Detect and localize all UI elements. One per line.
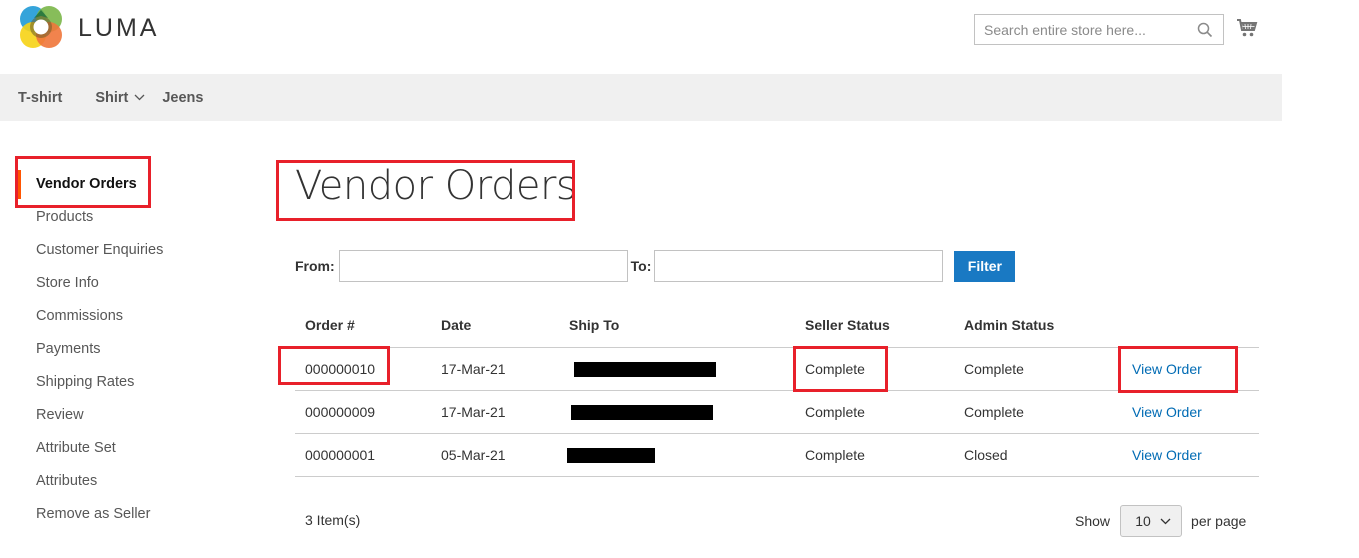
- chevron-down-icon: [134, 94, 145, 101]
- sidebar-item-payments[interactable]: Payments: [18, 333, 238, 366]
- nav-item-label: T-shirt: [18, 89, 63, 106]
- ship-to: [559, 433, 795, 477]
- per-page-value: 10: [1135, 513, 1151, 529]
- table-row: 000000001 05-Mar-21 Complete Closed View…: [295, 433, 1259, 477]
- sidebar-item-label: Review: [36, 407, 84, 423]
- search-input[interactable]: [975, 15, 1223, 44]
- sidebar-item-label: Commissions: [36, 308, 124, 324]
- admin-status: Closed: [954, 433, 1122, 477]
- action-cell: View Order: [1122, 347, 1259, 391]
- sidebar-item-label: Products: [36, 209, 94, 225]
- view-order-link[interactable]: View Order: [1132, 447, 1202, 463]
- date-filter-form: From: To: Filter: [295, 250, 1016, 282]
- nav-item-label: Jeens: [162, 89, 204, 106]
- search-box: [974, 14, 1224, 45]
- view-order-link[interactable]: View Order: [1132, 404, 1202, 420]
- sidebar-item-remove-as-seller[interactable]: Remove as Seller: [18, 498, 238, 531]
- brand-name: LUMA: [78, 13, 160, 42]
- luma-logo-icon: [20, 6, 62, 48]
- sidebar-item-customer-enquiries[interactable]: Customer Enquiries: [18, 234, 238, 267]
- per-page-select[interactable]: 10: [1120, 505, 1183, 537]
- logo-link[interactable]: LUMA: [18, 4, 159, 50]
- order-date: 17-Mar-21: [431, 390, 559, 434]
- nav-item-tshirt[interactable]: T-shirt: [18, 90, 62, 106]
- sidebar-item-label: Shipping Rates: [36, 374, 135, 390]
- sidebar-item-attribute-set[interactable]: Attribute Set: [18, 432, 238, 465]
- column-header-seller-status: Seller Status: [795, 304, 954, 348]
- to-date-input[interactable]: [654, 250, 944, 282]
- sidebar-item-label: Vendor Orders: [36, 176, 137, 192]
- nav-item-shirt[interactable]: Shirt: [95, 90, 145, 106]
- show-label: Show: [1075, 513, 1111, 529]
- nav-item-jeens[interactable]: Jeens: [162, 90, 203, 106]
- column-header-date: Date: [431, 304, 559, 348]
- items-count: 3 Item(s): [305, 512, 361, 528]
- redacted-block: [571, 404, 713, 420]
- account-sidebar: Vendor Orders Products Customer Enquirie…: [18, 168, 238, 531]
- column-header-ship-to: Ship To: [559, 304, 795, 348]
- sidebar-item-label: Attribute Set: [36, 440, 116, 456]
- order-number: 000000001: [295, 433, 431, 477]
- table-row: 000000009 17-Mar-21 Complete Complete Vi…: [295, 390, 1259, 434]
- column-header-actions: [1122, 304, 1259, 348]
- sidebar-item-label: Store Info: [36, 275, 99, 291]
- sidebar-item-review[interactable]: Review: [18, 399, 238, 432]
- filter-button[interactable]: Filter: [954, 250, 1016, 282]
- sidebar-item-store-info[interactable]: Store Info: [18, 267, 238, 300]
- seller-status: Complete: [795, 347, 954, 391]
- sidebar-item-label: Customer Enquiries: [36, 242, 164, 258]
- sidebar-item-label: Remove as Seller: [36, 506, 151, 522]
- admin-status: Complete: [954, 347, 1122, 391]
- order-date: 05-Mar-21: [431, 433, 559, 477]
- page-title: Vendor Orders: [295, 163, 577, 209]
- seller-status: Complete: [795, 433, 954, 477]
- ship-to: [559, 390, 795, 434]
- sidebar-item-commissions[interactable]: Commissions: [18, 300, 238, 333]
- pager-limiter: Show 10 per page: [1075, 505, 1246, 537]
- table-header-row: Order # Date Ship To Seller Status Admin…: [295, 304, 1259, 348]
- action-cell: View Order: [1122, 433, 1259, 477]
- nav-item-label: Shirt: [95, 89, 129, 106]
- per-page-label: per page: [1191, 513, 1247, 529]
- sidebar-item-shipping-rates[interactable]: Shipping Rates: [18, 366, 238, 399]
- orders-table: Order # Date Ship To Seller Status Admin…: [295, 304, 1259, 477]
- main-navigation: T-shirt Shirt Jeens: [0, 74, 1282, 121]
- to-label: To:: [630, 258, 652, 274]
- search-icon[interactable]: [1197, 22, 1213, 38]
- chevron-down-icon: [1160, 518, 1171, 524]
- ship-to: [559, 347, 795, 391]
- seller-status: Complete: [795, 390, 954, 434]
- order-number: 000000010: [295, 347, 431, 391]
- action-cell: View Order: [1122, 390, 1259, 434]
- sidebar-item-attributes[interactable]: Attributes: [18, 465, 238, 498]
- view-order-link[interactable]: View Order: [1132, 361, 1202, 377]
- order-number: 000000009: [295, 390, 431, 434]
- sidebar-item-products[interactable]: Products: [18, 201, 238, 234]
- redacted-block: [567, 447, 655, 463]
- sidebar-item-label: Attributes: [36, 473, 98, 489]
- sidebar-item-vendor-orders[interactable]: Vendor Orders: [18, 168, 238, 201]
- from-date-input[interactable]: [338, 250, 628, 282]
- sidebar-item-label: Payments: [36, 341, 101, 357]
- redacted-block: [574, 361, 716, 377]
- from-label: From:: [295, 258, 335, 274]
- site-header: LUMA: [0, 0, 1282, 74]
- column-header-admin-status: Admin Status: [954, 304, 1122, 348]
- cart-icon[interactable]: [1236, 17, 1258, 39]
- order-date: 17-Mar-21: [431, 347, 559, 391]
- column-header-order: Order #: [295, 304, 431, 348]
- table-row: 000000010 17-Mar-21 Complete Complete Vi…: [295, 347, 1259, 391]
- admin-status: Complete: [954, 390, 1122, 434]
